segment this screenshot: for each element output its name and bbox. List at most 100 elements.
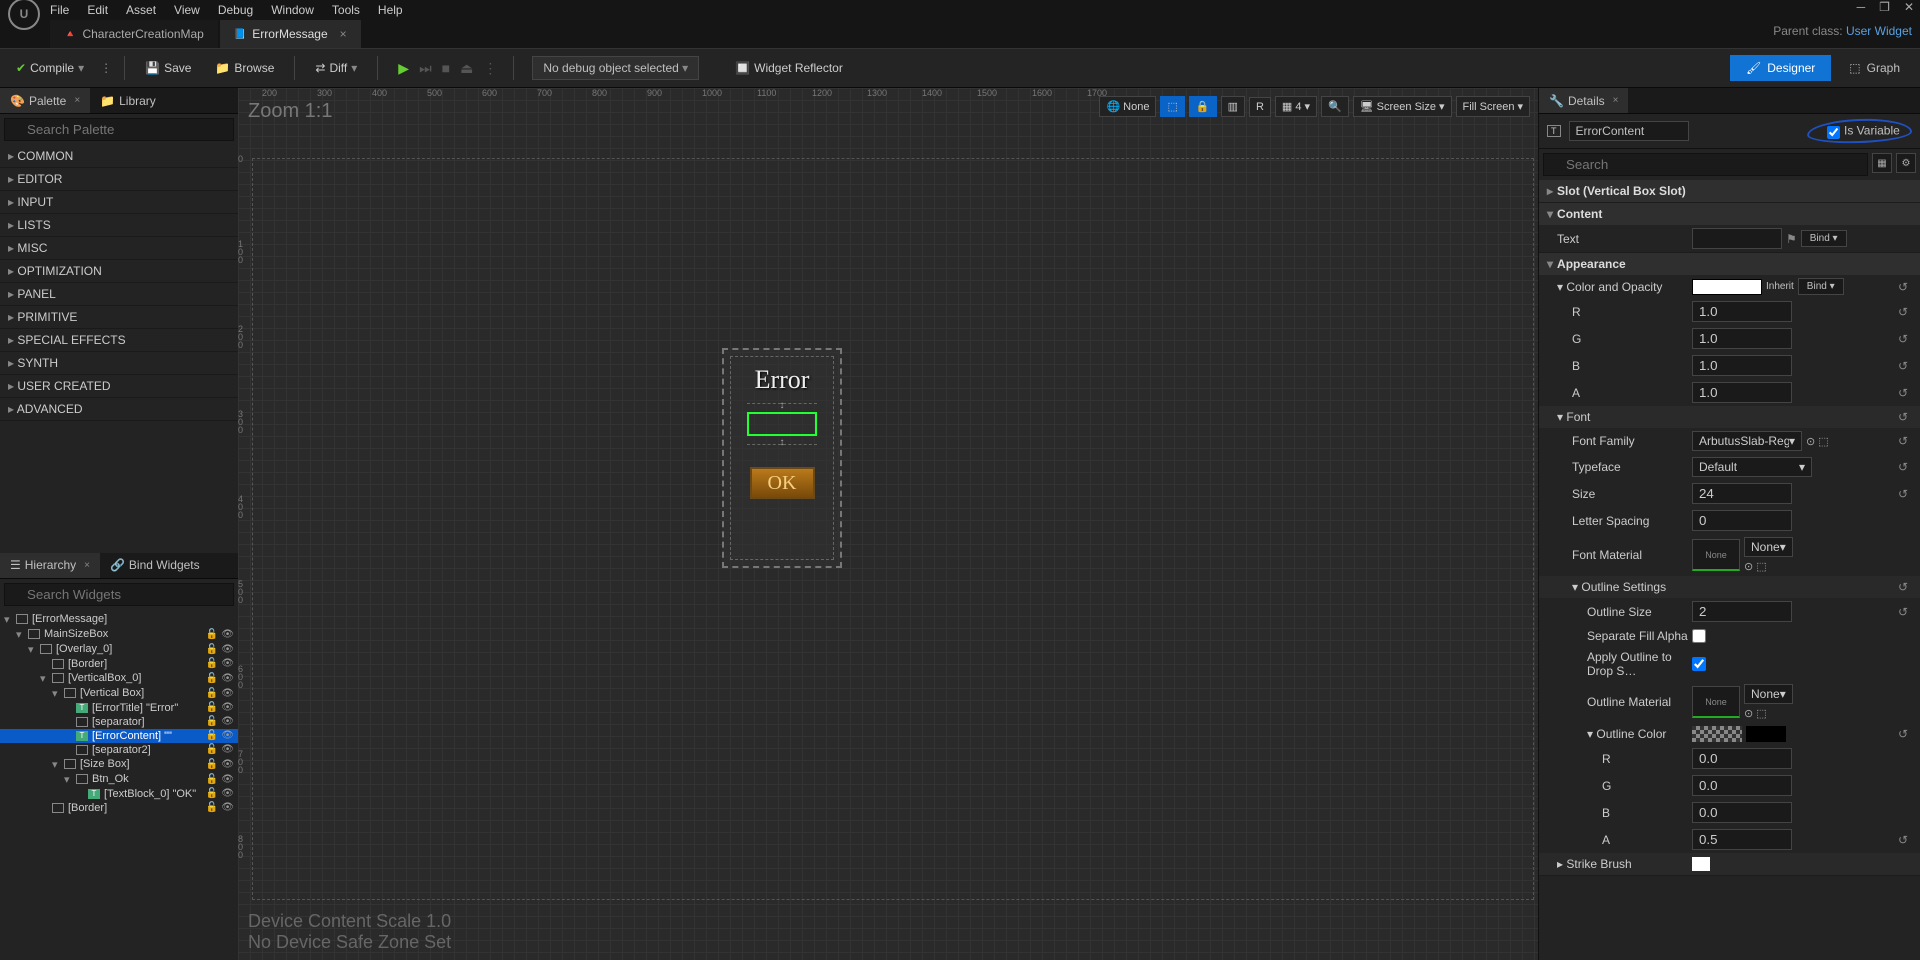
visibility-icon[interactable]: 👁: [221, 658, 234, 669]
lock-icon[interactable]: 🔓: [206, 802, 218, 813]
lock-icon[interactable]: 🔓: [206, 744, 218, 755]
palette-category[interactable]: LISTS: [0, 214, 238, 237]
section-slot[interactable]: Slot (Vertical Box Slot): [1539, 180, 1920, 202]
use-asset-icon[interactable]: ⬚: [1756, 707, 1766, 720]
lock-icon[interactable]: 🔓: [206, 716, 218, 727]
palette-category[interactable]: INPUT: [0, 191, 238, 214]
menu-help[interactable]: Help: [378, 3, 403, 17]
tree-row[interactable]: T[ErrorContent] ""🔓👁: [0, 729, 238, 743]
palette-category[interactable]: COMMON: [0, 145, 238, 168]
hierarchy-tab[interactable]: ☰Hierarchy×: [0, 553, 100, 578]
browse-asset-icon[interactable]: ⊙: [1806, 435, 1815, 448]
palette-category[interactable]: OPTIMIZATION: [0, 260, 238, 283]
r-input[interactable]: [1692, 301, 1792, 322]
visibility-icon[interactable]: 👁: [221, 673, 234, 684]
lock-icon[interactable]: 🔓: [206, 688, 218, 699]
size-input[interactable]: [1692, 483, 1792, 504]
tree-row[interactable]: T[TextBlock_0] "OK"🔓👁: [0, 787, 238, 801]
palette-category[interactable]: PRIMITIVE: [0, 306, 238, 329]
outline-size-input[interactable]: [1692, 601, 1792, 622]
visibility-icon[interactable]: 👁: [221, 688, 234, 699]
browse-asset-icon[interactable]: ⊙: [1744, 707, 1753, 720]
palette-category[interactable]: MISC: [0, 237, 238, 260]
lock-icon[interactable]: 🔓: [206, 702, 218, 713]
expand-arrow-icon[interactable]: ▾: [16, 628, 28, 641]
stop-icon[interactable]: ■: [438, 58, 454, 79]
fill-screen-dropdown[interactable]: Fill Screen ▾: [1456, 96, 1531, 117]
color-swatch[interactable]: [1692, 279, 1762, 295]
outline-color-swatch[interactable]: [1692, 726, 1742, 742]
close-icon[interactable]: ✕: [1904, 0, 1914, 14]
lock-icon[interactable]: 🔓: [206, 759, 218, 770]
tab-error-message[interactable]: 📘 ErrorMessage ×: [220, 20, 361, 48]
widget-preview[interactable]: Error OK: [722, 348, 842, 568]
letter-spacing-input[interactable]: [1692, 510, 1792, 531]
visibility-icon[interactable]: 👁: [221, 730, 234, 741]
lock-icon[interactable]: 🔓: [206, 644, 218, 655]
browse-asset-icon[interactable]: ⊙: [1744, 560, 1753, 573]
maximize-icon[interactable]: ❐: [1879, 0, 1890, 14]
ob-input[interactable]: [1692, 802, 1792, 823]
parent-class-link[interactable]: User Widget: [1846, 24, 1912, 38]
visibility-icon[interactable]: 👁: [221, 788, 234, 799]
use-asset-icon[interactable]: ⬚: [1756, 560, 1766, 573]
expand-arrow-icon[interactable]: ▾: [64, 773, 76, 786]
reset-icon[interactable]: ↺: [1894, 332, 1912, 346]
palette-search-input[interactable]: [4, 118, 234, 141]
tree-row[interactable]: ▾[Overlay_0]🔓👁: [0, 642, 238, 657]
play-icon[interactable]: ▶: [394, 58, 413, 79]
tree-row[interactable]: ▾MainSizeBox🔓👁: [0, 627, 238, 642]
tab-character-creation-map[interactable]: 🔺 CharacterCreationMap: [50, 20, 218, 48]
reset-icon[interactable]: ↺: [1894, 833, 1912, 847]
menu-file[interactable]: File: [50, 3, 69, 17]
outline-icon[interactable]: ▥: [1221, 96, 1245, 117]
lang-button[interactable]: 🌐None: [1099, 96, 1156, 117]
save-button[interactable]: 💾Save: [137, 57, 199, 79]
og-input[interactable]: [1692, 775, 1792, 796]
details-settings-icon[interactable]: ⚙: [1896, 153, 1916, 173]
reset-icon[interactable]: ↺: [1894, 386, 1912, 400]
tree-row[interactable]: ▾Btn_Ok🔓👁: [0, 772, 238, 787]
b-input[interactable]: [1692, 355, 1792, 376]
palette-category[interactable]: EDITOR: [0, 168, 238, 191]
lock-icon[interactable]: 🔓: [206, 629, 218, 640]
reset-icon[interactable]: ↺: [1894, 359, 1912, 373]
prop-strike-label[interactable]: ▸ Strike Brush: [1547, 857, 1692, 871]
graph-button[interactable]: ⬚Graph: [1837, 55, 1912, 81]
visibility-icon[interactable]: 👁: [221, 702, 234, 713]
minimize-icon[interactable]: ─: [1857, 0, 1866, 14]
tab-close-icon[interactable]: ×: [74, 95, 80, 106]
tree-row[interactable]: [Border]🔓👁: [0, 801, 238, 815]
menu-asset[interactable]: Asset: [126, 3, 156, 17]
grid-snap-button[interactable]: ▦4 ▾: [1275, 96, 1317, 117]
tree-row[interactable]: ▾[Vertical Box]🔓👁: [0, 686, 238, 701]
reset-icon[interactable]: ↺: [1894, 410, 1912, 424]
menu-tools[interactable]: Tools: [332, 3, 360, 17]
or-input[interactable]: [1692, 748, 1792, 769]
palette-category[interactable]: ADVANCED: [0, 398, 238, 421]
browse-button[interactable]: 📁Browse: [207, 57, 282, 79]
palette-category[interactable]: SYNTH: [0, 352, 238, 375]
reset-icon[interactable]: ↺: [1894, 434, 1912, 448]
step-icon[interactable]: ⏭: [415, 58, 436, 79]
visibility-icon[interactable]: 👁: [221, 774, 234, 785]
reset-icon[interactable]: ↺: [1894, 487, 1912, 501]
ok-button[interactable]: OK: [750, 467, 815, 499]
visibility-icon[interactable]: 👁: [221, 744, 234, 755]
tree-row[interactable]: [separator2]🔓👁: [0, 743, 238, 757]
tree-row[interactable]: ▾[ErrorMessage]: [0, 612, 238, 627]
visibility-icon[interactable]: 👁: [221, 802, 234, 813]
reset-icon[interactable]: ↺: [1894, 280, 1912, 294]
details-tab[interactable]: 🔧Details×: [1539, 88, 1628, 113]
eject-icon[interactable]: ⏏: [456, 58, 477, 79]
details-search-input[interactable]: [1543, 153, 1868, 176]
menu-view[interactable]: View: [174, 3, 200, 17]
menu-window[interactable]: Window: [271, 3, 314, 17]
tree-row[interactable]: T[ErrorTitle] "Error"🔓👁: [0, 701, 238, 715]
menu-edit[interactable]: Edit: [87, 3, 108, 17]
g-input[interactable]: [1692, 328, 1792, 349]
tree-row[interactable]: ▾[VerticalBox_0]🔓👁: [0, 671, 238, 686]
apply-drop-checkbox[interactable]: [1692, 657, 1706, 671]
reset-icon[interactable]: ↺: [1894, 580, 1912, 594]
font-family-dropdown[interactable]: ArbutusSlab-Regular_Font▾: [1692, 431, 1802, 451]
